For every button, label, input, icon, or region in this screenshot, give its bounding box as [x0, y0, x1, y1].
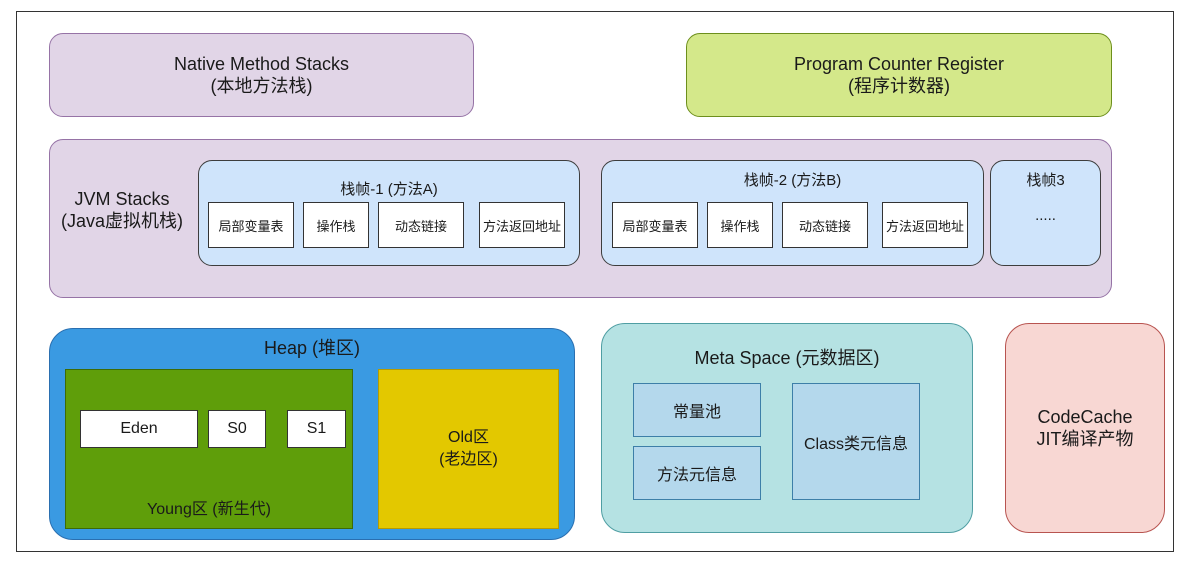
survivor-s0: S0 — [208, 410, 266, 448]
frame-2-operand-stack: 操作栈 — [707, 202, 773, 248]
frame-2-dynamic-linking-label: 动态链接 — [798, 218, 851, 234]
method-metadata: 方法元信息 — [633, 446, 761, 500]
method-metadata-label: 方法元信息 — [656, 467, 737, 484]
frame-1-operand-stack: 操作栈 — [303, 202, 369, 248]
pc-register-title: Program Counter Register — [793, 54, 1005, 74]
stack-frame-1-title: 栈帧-1 (方法A) — [340, 181, 438, 198]
heap-title: Heap (堆区) — [263, 338, 361, 358]
frame-1-dynamic-linking: 动态链接 — [378, 202, 464, 248]
frame-2-return-address: 方法返回地址 — [882, 202, 968, 248]
constant-pool-label: 常量池 — [672, 404, 721, 421]
code-cache-subtitle: JIT编译产物 — [1036, 429, 1134, 449]
old-generation: Old区 (老边区) — [378, 369, 559, 529]
meta-space-title: Meta Space (元数据区) — [694, 348, 880, 368]
class-metadata-label: Class类元信息 — [803, 435, 908, 453]
frame-2-local-variables-label: 局部变量表 — [622, 218, 688, 234]
eden-space: Eden — [80, 410, 198, 448]
young-generation-label: Young区 (新生代) — [147, 501, 271, 518]
pc-register-subtitle: (程序计数器) — [848, 76, 950, 96]
old-generation-subtitle: (老边区) — [439, 451, 498, 468]
frame-2-local-variables: 局部变量表 — [612, 202, 698, 248]
stack-frame-3-ellipsis: ..... — [1035, 207, 1056, 224]
frame-1-return-address-label: 方法返回地址 — [482, 218, 561, 234]
frame-2-dynamic-linking: 动态链接 — [782, 202, 868, 248]
code-cache: CodeCache JIT编译产物 — [1005, 323, 1165, 533]
frame-1-local-variables-label: 局部变量表 — [218, 218, 284, 234]
stack-frame-2-title: 栈帧-2 (方法B) — [743, 172, 842, 189]
frame-1-local-variables: 局部变量表 — [208, 202, 294, 248]
constant-pool: 常量池 — [633, 383, 761, 437]
jvm-stacks-subtitle: (Java虚拟机栈) — [60, 211, 183, 231]
stack-frame-3-title: 栈帧3 — [1026, 172, 1065, 189]
old-generation-title: Old区 — [448, 429, 489, 446]
class-metadata: Class类元信息 — [792, 383, 920, 500]
native-stacks-subtitle: (本地方法栈) — [210, 76, 313, 96]
native-method-stacks: Native Method Stacks (本地方法栈) — [49, 33, 474, 117]
eden-label: Eden — [120, 420, 158, 437]
young-generation: Young区 (新生代) — [65, 369, 353, 529]
native-stacks-title: Native Method Stacks — [173, 54, 350, 74]
survivor-s1: S1 — [287, 410, 346, 448]
jvm-stacks-label: JVM Stacks (Java虚拟机栈) — [52, 185, 192, 235]
frame-2-return-address-label: 方法返回地址 — [885, 218, 964, 234]
program-counter-register: Program Counter Register (程序计数器) — [686, 33, 1112, 117]
code-cache-title: CodeCache — [1037, 407, 1133, 427]
s0-label: S0 — [227, 420, 247, 437]
s1-label: S1 — [306, 420, 327, 437]
frame-1-dynamic-linking-label: 动态链接 — [394, 218, 447, 234]
frame-1-return-address: 方法返回地址 — [479, 202, 565, 248]
frame-2-operand-stack-label: 操作栈 — [720, 218, 760, 234]
jvm-stacks-title: JVM Stacks — [74, 189, 170, 209]
frame-1-operand-stack-label: 操作栈 — [316, 218, 356, 234]
stack-frame-3: 栈帧3 ..... — [990, 160, 1101, 266]
